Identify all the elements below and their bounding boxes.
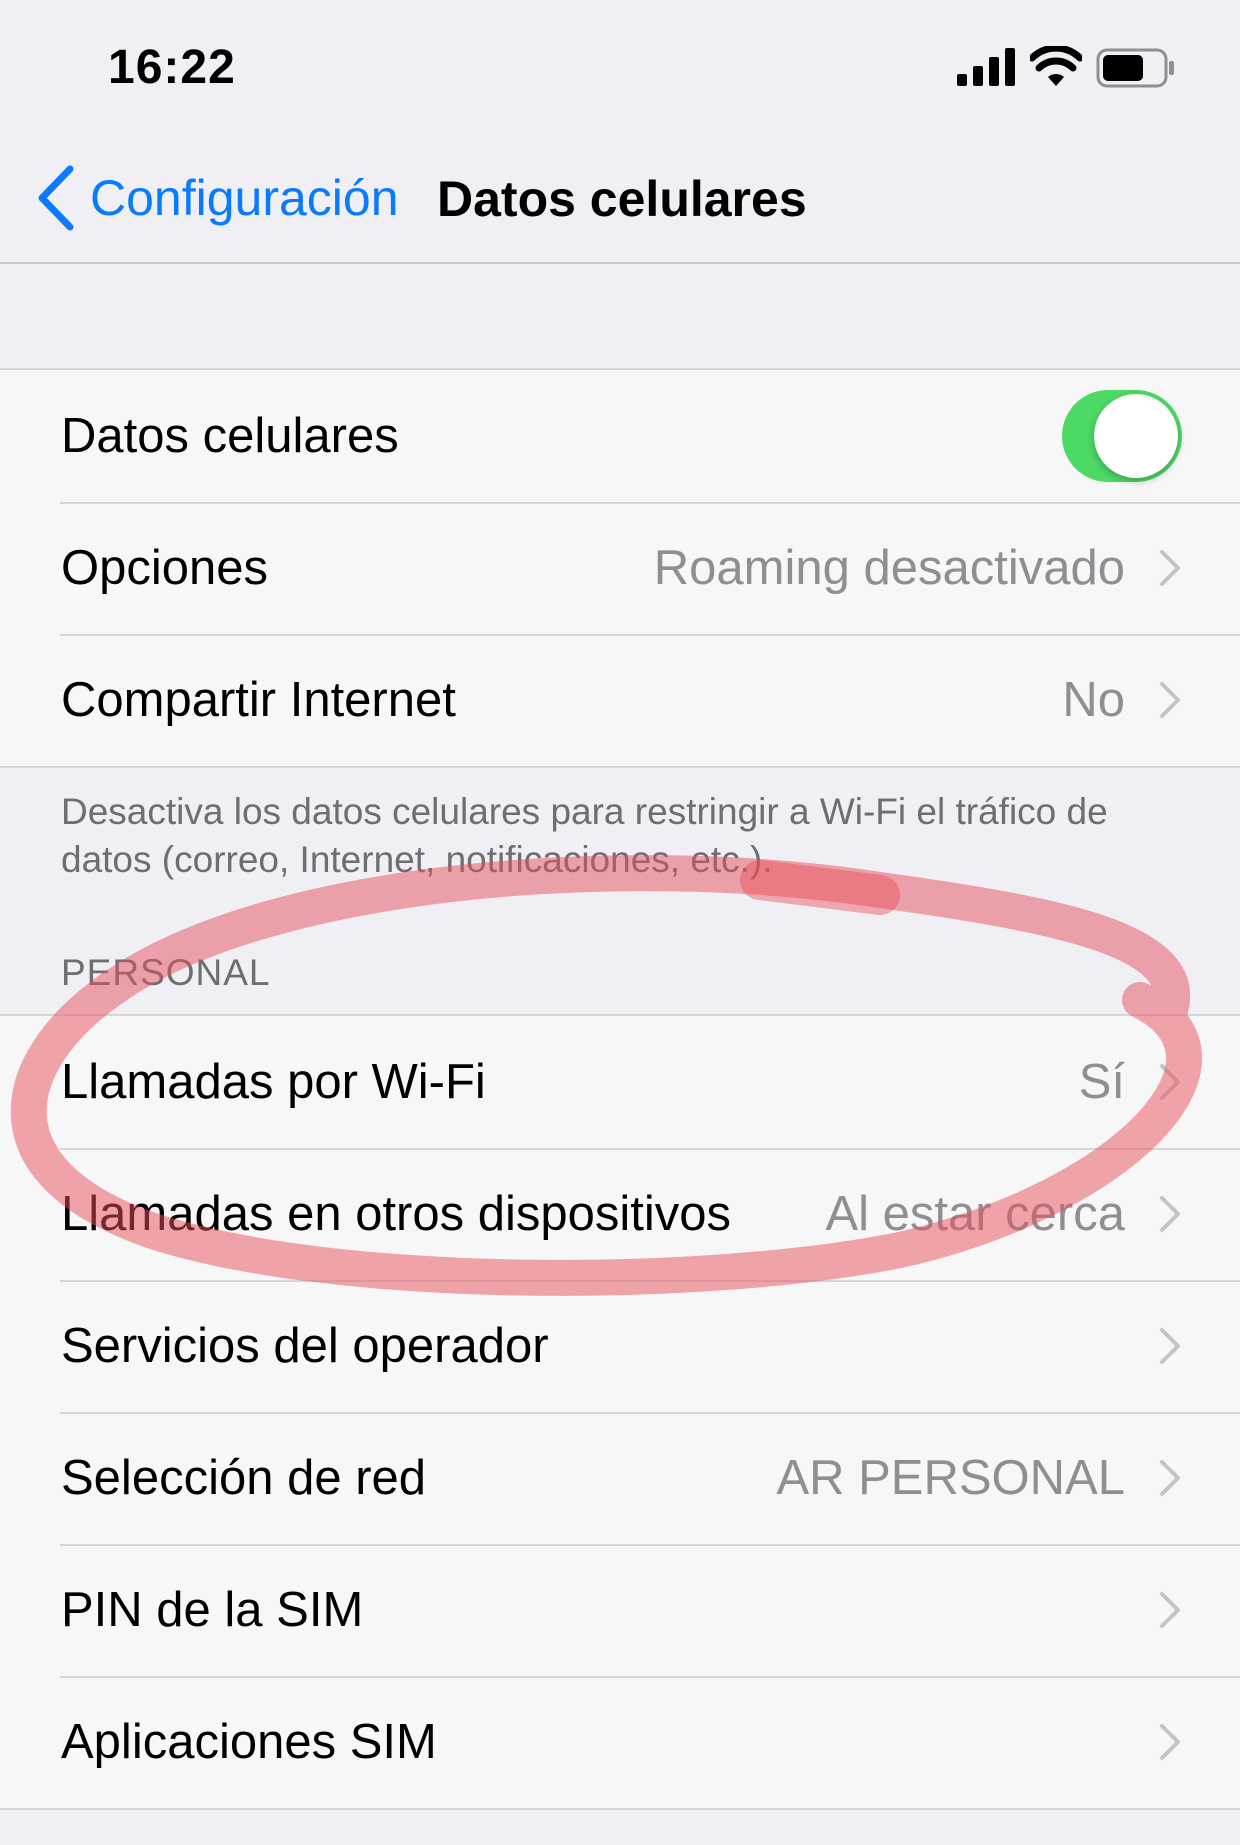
wifi-calling-row[interactable]: Llamadas por Wi-Fi Sí: [0, 1016, 1240, 1148]
battery-icon: [1096, 48, 1174, 88]
cellular-data-row: Datos celulares: [0, 370, 1240, 502]
chevron-right-icon: [1160, 1064, 1180, 1100]
calls-on-other-devices-value: Al estar cerca: [825, 1187, 1125, 1241]
wifi-calling-value: Sí: [1078, 1055, 1125, 1109]
options-row[interactable]: Opciones Roaming desactivado: [0, 502, 1240, 634]
chevron-right-icon: [1160, 682, 1180, 718]
personal-hotspot-row[interactable]: Compartir Internet No: [0, 634, 1240, 766]
sim-applications-row[interactable]: Aplicaciones SIM: [0, 1676, 1240, 1808]
calls-on-other-devices-label: Llamadas en otros dispositivos: [61, 1187, 732, 1241]
chevron-right-icon: [1160, 1328, 1180, 1364]
options-label: Opciones: [61, 541, 269, 595]
sim-pin-label: PIN de la SIM: [61, 1583, 364, 1637]
back-button[interactable]: Configuración: [36, 158, 399, 238]
sim-applications-label: Aplicaciones SIM: [61, 1715, 437, 1769]
back-label: Configuración: [90, 170, 399, 226]
network-selection-value: AR PERSONAL: [776, 1451, 1125, 1505]
chevron-right-icon: [1160, 1592, 1180, 1628]
cellular-data-toggle[interactable]: [1062, 390, 1182, 482]
page-title: Datos celulares: [437, 171, 807, 227]
network-selection-label: Selección de red: [61, 1451, 427, 1505]
personal-hotspot-label: Compartir Internet: [61, 673, 456, 727]
chevron-left-icon: [38, 165, 74, 231]
carrier-services-row[interactable]: Servicios del operador: [0, 1280, 1240, 1412]
chevron-right-icon: [1160, 1460, 1180, 1496]
sim-pin-row[interactable]: PIN de la SIM: [0, 1544, 1240, 1676]
network-selection-row[interactable]: Selección de red AR PERSONAL: [0, 1412, 1240, 1544]
personal-settings-group: Llamadas por Wi-Fi Sí Llamadas en otros …: [0, 1014, 1240, 1810]
status-time: 16:22: [108, 41, 236, 94]
chevron-right-icon: [1160, 550, 1180, 586]
toggle-knob: [1094, 394, 1178, 478]
cellular-data-footer-note: Desactiva los datos celulares para restr…: [61, 791, 1108, 880]
carrier-services-label: Servicios del operador: [61, 1319, 549, 1373]
signal-icon: [957, 48, 1015, 86]
personal-hotspot-value: No: [1062, 673, 1125, 727]
wifi-calling-label: Llamadas por Wi-Fi: [61, 1055, 486, 1109]
chevron-right-icon: [1160, 1196, 1180, 1232]
cellular-data-label: Datos celulares: [61, 409, 399, 463]
calls-on-other-devices-row[interactable]: Llamadas en otros dispositivos Al estar …: [0, 1148, 1240, 1280]
wifi-icon: [1030, 46, 1082, 86]
cellular-settings-group: Datos celulares Opciones Roaming desacti…: [0, 368, 1240, 768]
status-bar: 16:22: [0, 0, 1240, 130]
chevron-right-icon: [1160, 1724, 1180, 1760]
options-value: Roaming desactivado: [653, 541, 1125, 595]
navigation-bar: Configuración Datos celulares: [0, 130, 1240, 264]
section-header-personal: PERSONAL: [61, 952, 271, 993]
